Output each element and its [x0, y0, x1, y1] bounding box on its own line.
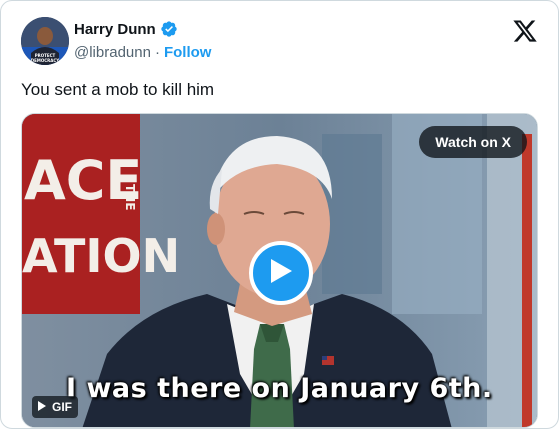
watch-on-x-button[interactable]: Watch on X [419, 126, 527, 158]
verified-badge-icon [160, 20, 178, 38]
play-button[interactable] [249, 241, 313, 305]
author-name[interactable]: Harry Dunn [74, 21, 156, 38]
video-caption: I was there on January 6th. [66, 373, 493, 404]
author-name-row: Harry Dunn [74, 20, 178, 38]
play-small-icon [38, 400, 46, 414]
play-icon [268, 257, 294, 290]
media-video[interactable]: ACE ATION THE Watch on X I was there on … [21, 113, 538, 428]
author-handle[interactable]: @libradunn [74, 44, 151, 61]
gif-label: GIF [52, 400, 72, 414]
svg-text:ATION: ATION [22, 229, 180, 283]
follow-button[interactable]: Follow [164, 44, 212, 61]
separator-dot: · [154, 44, 160, 61]
svg-text:DEMOCRACY: DEMOCRACY [31, 58, 59, 63]
x-logo-icon[interactable] [512, 18, 538, 44]
tweet-card[interactable]: PROTECT DEMOCRACY Harry Dunn @libradunn … [0, 0, 559, 429]
svg-text:THE: THE [123, 184, 137, 210]
author-handle-row: @libradunn · Follow [74, 44, 211, 61]
gif-badge[interactable]: GIF [32, 396, 78, 418]
avatar[interactable]: PROTECT DEMOCRACY [21, 17, 69, 65]
tweet-text: You sent a mob to kill him [21, 80, 215, 99]
